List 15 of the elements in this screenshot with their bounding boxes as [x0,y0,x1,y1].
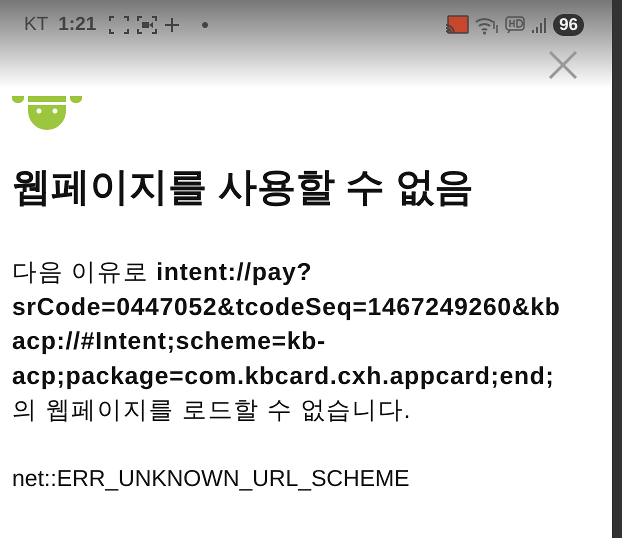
cast-icon [445,15,470,35]
close-button[interactable] [548,50,578,80]
carrier-name: KT [24,14,48,36]
dot-icon [202,22,208,28]
battery-level: 96 [553,14,584,36]
error-code: net::ERR_UNKNOWN_URL_SCHEME [12,464,410,492]
page-title: 웹페이지를 사용할 수 없음 [12,166,475,210]
screenshot-frame-icon [108,15,130,35]
screen-record-icon [136,15,158,35]
error-message: 다음 이유로 intent://pay? srCode=0447052&tcodeSeq=1467249260&kb acp://#Intent;scheme=kb- acp;package=com.kbcard.cxh.appcard;end; 의 웹페이지를 로드할 수 없습니다. [12,258,562,426]
signal-icon [531,16,548,34]
hd-icon [505,16,526,34]
wifi-icon [475,15,500,35]
plus-icon [164,17,180,33]
clock-time: 1:21 [58,14,96,36]
